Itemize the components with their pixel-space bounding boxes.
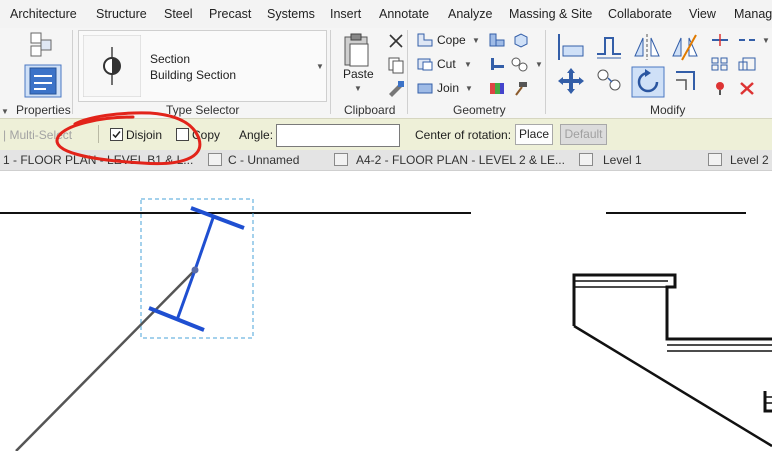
checkmark-icon: [112, 131, 121, 139]
cut-label[interactable]: Cut: [437, 57, 456, 71]
modify-dropdown-icon[interactable]: ▼: [762, 36, 770, 45]
multi-select-label: | Multi-Select: [3, 128, 73, 142]
panel-divider: [330, 30, 331, 114]
properties-icon[interactable]: [24, 64, 62, 98]
disjoin-label[interactable]: Disjoin: [126, 128, 162, 142]
tab-systems[interactable]: Systems: [267, 7, 315, 21]
copy-element-icon[interactable]: [594, 66, 626, 96]
drawing-area[interactable]: [0, 171, 772, 452]
cope-label[interactable]: Cope: [437, 33, 466, 47]
rotate-icon[interactable]: [631, 66, 665, 98]
copy-to-clipboard-icon[interactable]: [386, 56, 406, 74]
panel-divider: [72, 30, 73, 114]
cut-dropdown-icon[interactable]: ▼: [464, 60, 472, 69]
center-of-rotation-label: Center of rotation:: [415, 128, 512, 142]
beam-column-joins-icon[interactable]: [488, 56, 506, 72]
section-type-icon: [83, 35, 141, 97]
tab-precast[interactable]: Precast: [209, 7, 251, 21]
view-tab-unnamed[interactable]: C - Unnamed: [228, 153, 299, 167]
default-button[interactable]: Default: [560, 124, 607, 145]
view-tab-level-b1[interactable]: 1 - FLOOR PLAN - LEVEL B1 & L...: [3, 153, 193, 167]
paint-icon[interactable]: [488, 80, 506, 96]
join-icon[interactable]: [416, 80, 434, 96]
rotation-center-icon[interactable]: [191, 266, 199, 274]
scale-icon[interactable]: [737, 56, 757, 72]
copy-checkbox[interactable]: [176, 128, 189, 141]
stair-section-profile[interactable]: [572, 273, 772, 448]
cut-geometry-icon[interactable]: [416, 56, 434, 72]
tab-view[interactable]: View: [689, 7, 716, 21]
join-dropdown-icon[interactable]: ▼: [465, 84, 473, 93]
delete-icon[interactable]: [737, 80, 757, 96]
level-view-icon: [708, 153, 722, 166]
disjoin-checkbox[interactable]: [110, 128, 123, 141]
match-properties-icon[interactable]: [386, 79, 406, 97]
geometry-dropdown-icon[interactable]: ▼: [535, 60, 543, 69]
floor-plan-view-icon: [334, 153, 348, 166]
tab-structure[interactable]: Structure: [96, 7, 147, 21]
split-element-icon[interactable]: [710, 32, 730, 48]
view-tab-a4-2[interactable]: A4-2 - FLOOR PLAN - LEVEL 2 & LE...: [356, 153, 565, 167]
paste-icon[interactable]: [342, 32, 372, 68]
hammer-icon[interactable]: [512, 80, 530, 96]
angle-label: Angle:: [239, 128, 274, 142]
tab-analyze[interactable]: Analyze: [448, 7, 492, 21]
paste-label[interactable]: Paste: [343, 67, 374, 81]
clipboard-panel-title: Clipboard: [344, 103, 396, 117]
tab-annotate[interactable]: Annotate: [379, 7, 429, 21]
mirror-pick-axis-icon[interactable]: [632, 32, 662, 62]
panel-caret-icon[interactable]: ▼: [1, 107, 9, 116]
chevron-down-icon[interactable]: ▼: [316, 62, 324, 71]
view-tab-level-1[interactable]: Level 1: [603, 153, 642, 167]
drawing-canvas[interactable]: [0, 171, 772, 452]
ribbon-panels: ▼ Properties Section Building Section ▼ …: [0, 28, 772, 118]
tab-insert[interactable]: Insert: [330, 7, 361, 21]
split-with-gap-icon[interactable]: [737, 32, 757, 48]
view-icon: [208, 153, 222, 166]
wall-joins-icon[interactable]: [488, 32, 506, 48]
geometry-panel-title: Geometry: [453, 103, 506, 117]
demolish-icon[interactable]: [510, 56, 532, 72]
mirror-draw-axis-icon[interactable]: [670, 32, 700, 62]
align-icon[interactable]: [555, 32, 587, 62]
type-family-name: Section: [150, 52, 191, 66]
offset-icon[interactable]: [593, 32, 625, 62]
copy-label[interactable]: Copy: [192, 128, 220, 142]
modify-panel-title: Modify: [650, 103, 686, 117]
cope-dropdown-icon[interactable]: ▼: [472, 36, 480, 45]
angle-input[interactable]: [276, 124, 400, 147]
selected-section-marker[interactable]: [148, 206, 245, 332]
type-selector-dropdown[interactable]: Section Building Section ▼: [78, 30, 327, 102]
join-label[interactable]: Join: [437, 81, 459, 95]
place-button[interactable]: Place: [515, 124, 553, 145]
paste-dropdown-icon[interactable]: ▼: [354, 84, 362, 93]
array-icon[interactable]: [710, 56, 730, 72]
type-properties-icon[interactable]: [25, 30, 61, 60]
tab-collaborate[interactable]: Collaborate: [608, 7, 672, 21]
type-selector-panel-title: Type Selector: [166, 103, 240, 117]
options-bar-divider: [98, 125, 99, 143]
tab-architecture[interactable]: Architecture: [10, 7, 77, 21]
type-name: Building Section: [150, 68, 237, 82]
tab-massing-site[interactable]: Massing & Site: [509, 7, 592, 21]
level-view-icon: [579, 153, 593, 166]
view-tab-level-2[interactable]: Level 2: [730, 153, 769, 167]
view-tab-bar: 1 - FLOOR PLAN - LEVEL B1 & L... C - Unn…: [0, 150, 772, 171]
cope-icon[interactable]: [416, 32, 434, 48]
properties-panel-title: Properties: [16, 103, 71, 117]
options-bar: | Multi-Select Disjoin Copy Angle: Cente…: [0, 118, 772, 151]
panel-divider: [545, 30, 546, 114]
move-icon[interactable]: [556, 66, 586, 96]
pin-icon[interactable]: [710, 80, 730, 96]
tab-steel[interactable]: Steel: [164, 7, 193, 21]
tab-manage[interactable]: Manag: [734, 7, 772, 21]
ribbon-tab-bar: Architecture Structure Steel Precast Sys…: [0, 0, 772, 29]
reference-line[interactable]: [15, 269, 196, 452]
split-face-icon[interactable]: [512, 32, 530, 48]
panel-divider: [407, 30, 408, 114]
cut-to-clipboard-icon[interactable]: [386, 32, 406, 50]
trim-extend-corner-icon[interactable]: [672, 66, 702, 96]
